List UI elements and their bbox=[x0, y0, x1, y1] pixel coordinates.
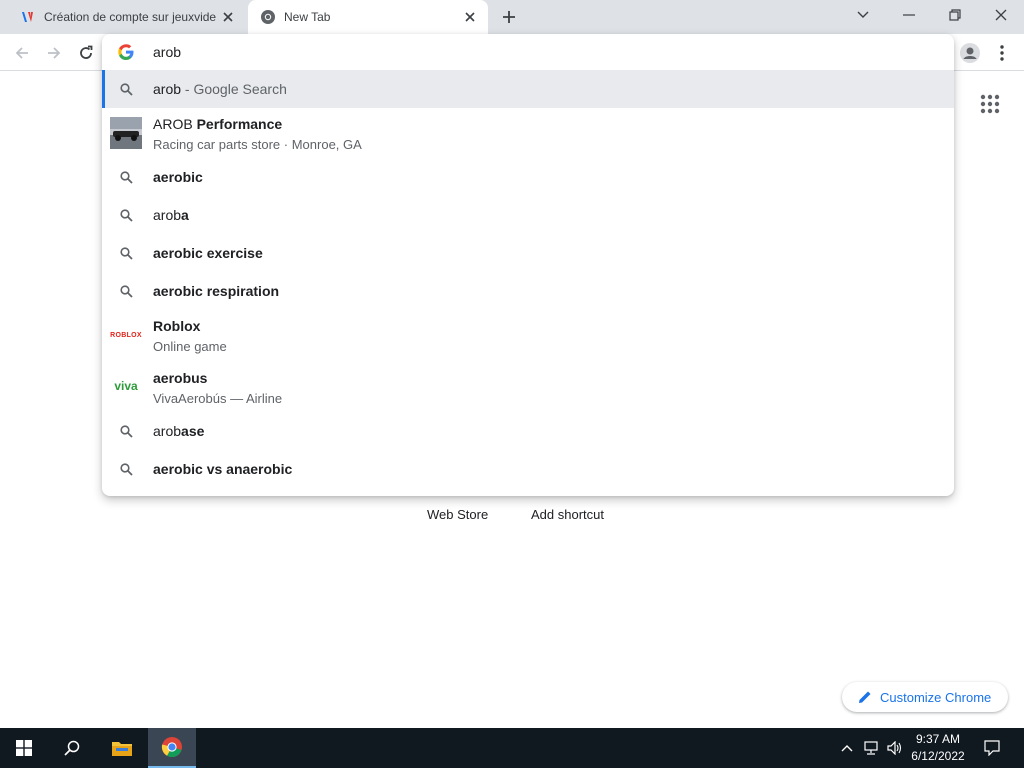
windows-start-icon[interactable] bbox=[0, 728, 48, 768]
new-tab-button[interactable] bbox=[498, 6, 520, 28]
search-icon bbox=[118, 423, 134, 439]
google-apps-icon[interactable] bbox=[978, 92, 1002, 116]
viva-logo-text: viva bbox=[114, 379, 138, 393]
query-bold: aerobic bbox=[153, 169, 203, 185]
taskbar-search-icon[interactable] bbox=[48, 728, 96, 768]
title-plain: AROB bbox=[153, 116, 197, 132]
suggestion-suffix: - Google Search bbox=[181, 81, 287, 97]
restore-button[interactable] bbox=[932, 0, 978, 30]
pencil-icon bbox=[858, 690, 872, 704]
minimize-button[interactable] bbox=[886, 0, 932, 30]
suggestion-row[interactable]: arob - Google Search bbox=[102, 70, 954, 108]
suggestion-title: AROB Performance bbox=[153, 116, 282, 132]
network-icon[interactable] bbox=[860, 728, 882, 768]
suggestion-title: Roblox bbox=[153, 318, 200, 334]
suggestion-text: arob - Google Search bbox=[153, 81, 287, 97]
suggestion-row[interactable]: aerobic respiration bbox=[102, 272, 954, 310]
file-explorer-icon[interactable] bbox=[98, 728, 146, 768]
query-bold: aerobic exercise bbox=[153, 245, 263, 261]
title-bold: aerobus bbox=[153, 370, 208, 386]
customize-chrome-label: Customize Chrome bbox=[880, 689, 992, 705]
suggestion-row[interactable]: AROB Performance Racing car parts store … bbox=[102, 108, 954, 158]
suggestion-title: aerobus bbox=[153, 370, 207, 386]
back-button[interactable] bbox=[10, 41, 34, 65]
query-plain: arob bbox=[153, 207, 182, 223]
customize-chrome-button[interactable]: Customize Chrome bbox=[842, 682, 1008, 712]
viva-logo: viva bbox=[110, 370, 142, 402]
suggestion-query: arob bbox=[153, 81, 182, 97]
suggestion-text: aerobic respiration bbox=[153, 283, 279, 299]
search-icon bbox=[118, 283, 134, 299]
close-icon[interactable] bbox=[462, 9, 478, 25]
search-icon bbox=[118, 207, 134, 223]
windows-taskbar: 9:37 AM 6/12/2022 bbox=[0, 728, 1024, 768]
profile-avatar-icon[interactable] bbox=[958, 41, 982, 65]
chevron-up-icon[interactable] bbox=[838, 728, 856, 768]
shortcut-web-store[interactable]: Web Store bbox=[427, 507, 488, 522]
google-g-icon bbox=[118, 44, 134, 60]
suggestion-subtitle: Racing car parts store · Monroe, GA bbox=[153, 137, 362, 152]
forward-button[interactable] bbox=[42, 41, 66, 65]
suggestion-row[interactable]: aroba bbox=[102, 196, 954, 234]
suggestion-row[interactable]: ROBLOX Roblox Online game bbox=[102, 310, 954, 360]
suggestion-text: aerobic exercise bbox=[153, 245, 263, 261]
shortcut-add[interactable]: Add shortcut bbox=[531, 507, 604, 522]
suggestion-row[interactable]: aerobic bbox=[102, 158, 954, 196]
tab-title: Création de compte sur jeuxvideo.com bbox=[44, 10, 216, 24]
notification-icon[interactable] bbox=[978, 728, 1006, 768]
tab-title: New Tab bbox=[284, 10, 331, 24]
query-bold: aerobic respiration bbox=[153, 283, 280, 299]
selection-indicator bbox=[102, 70, 105, 108]
jv-icon bbox=[20, 9, 36, 25]
omnibox-input[interactable]: arob bbox=[153, 44, 181, 60]
suggestion-subtitle: Online game bbox=[153, 339, 227, 354]
tab-search-icon[interactable] bbox=[840, 0, 886, 30]
query-bold: aerobic vs anaerobic bbox=[153, 461, 293, 477]
tab-new-tab[interactable]: New Tab bbox=[248, 0, 488, 34]
close-window-button[interactable] bbox=[978, 0, 1024, 30]
search-icon bbox=[118, 169, 134, 185]
tab-strip: Création de compte sur jeuxvideo.com New… bbox=[0, 0, 1024, 34]
search-icon bbox=[118, 81, 134, 97]
menu-kebab-icon[interactable] bbox=[990, 41, 1014, 65]
suggestion-row[interactable]: aerobic vs anaerobic bbox=[102, 450, 954, 488]
suggestion-row[interactable]: arobase bbox=[102, 412, 954, 450]
title-bold: Performance bbox=[196, 116, 283, 132]
clock-date: 6/12/2022 bbox=[911, 749, 965, 763]
close-icon[interactable] bbox=[220, 9, 236, 25]
search-icon bbox=[118, 245, 134, 261]
title-bold: Roblox bbox=[153, 318, 201, 334]
reload-button[interactable] bbox=[74, 41, 98, 65]
omnibox-dropdown: arob arob - Google Search AROB Performan… bbox=[102, 34, 954, 496]
query-bold: a bbox=[181, 207, 189, 223]
suggestion-text: aerobic bbox=[153, 169, 203, 185]
chrome-window: Création de compte sur jeuxvideo.com New… bbox=[0, 0, 1024, 768]
suggestion-subtitle: VivaAerobús — Airline bbox=[153, 391, 283, 406]
search-icon bbox=[118, 461, 134, 477]
query-bold: ase bbox=[181, 423, 205, 439]
tab-jeuxvideo[interactable]: Création de compte sur jeuxvideo.com bbox=[8, 0, 246, 34]
volume-icon[interactable] bbox=[884, 728, 906, 768]
place-thumbnail-image bbox=[110, 117, 142, 149]
omnibox-input-row[interactable]: arob bbox=[102, 34, 954, 70]
chrome-icon bbox=[260, 9, 276, 25]
suggestion-text: aroba bbox=[153, 207, 189, 223]
query-plain: arob bbox=[153, 423, 182, 439]
taskbar-clock[interactable]: 9:37 AM 6/12/2022 bbox=[904, 731, 972, 765]
clock-time: 9:37 AM bbox=[915, 732, 961, 746]
suggestion-text: arobase bbox=[153, 423, 204, 439]
taskbar-chrome-icon[interactable] bbox=[148, 728, 196, 768]
suggestion-row[interactable]: viva aerobus VivaAerobús — Airline bbox=[102, 360, 954, 412]
suggestion-text: aerobic vs anaerobic bbox=[153, 461, 292, 477]
suggestion-row[interactable]: aerobic exercise bbox=[102, 234, 954, 272]
roblox-logo-text: ROBLOX bbox=[110, 331, 142, 339]
roblox-logo: ROBLOX bbox=[110, 319, 142, 351]
